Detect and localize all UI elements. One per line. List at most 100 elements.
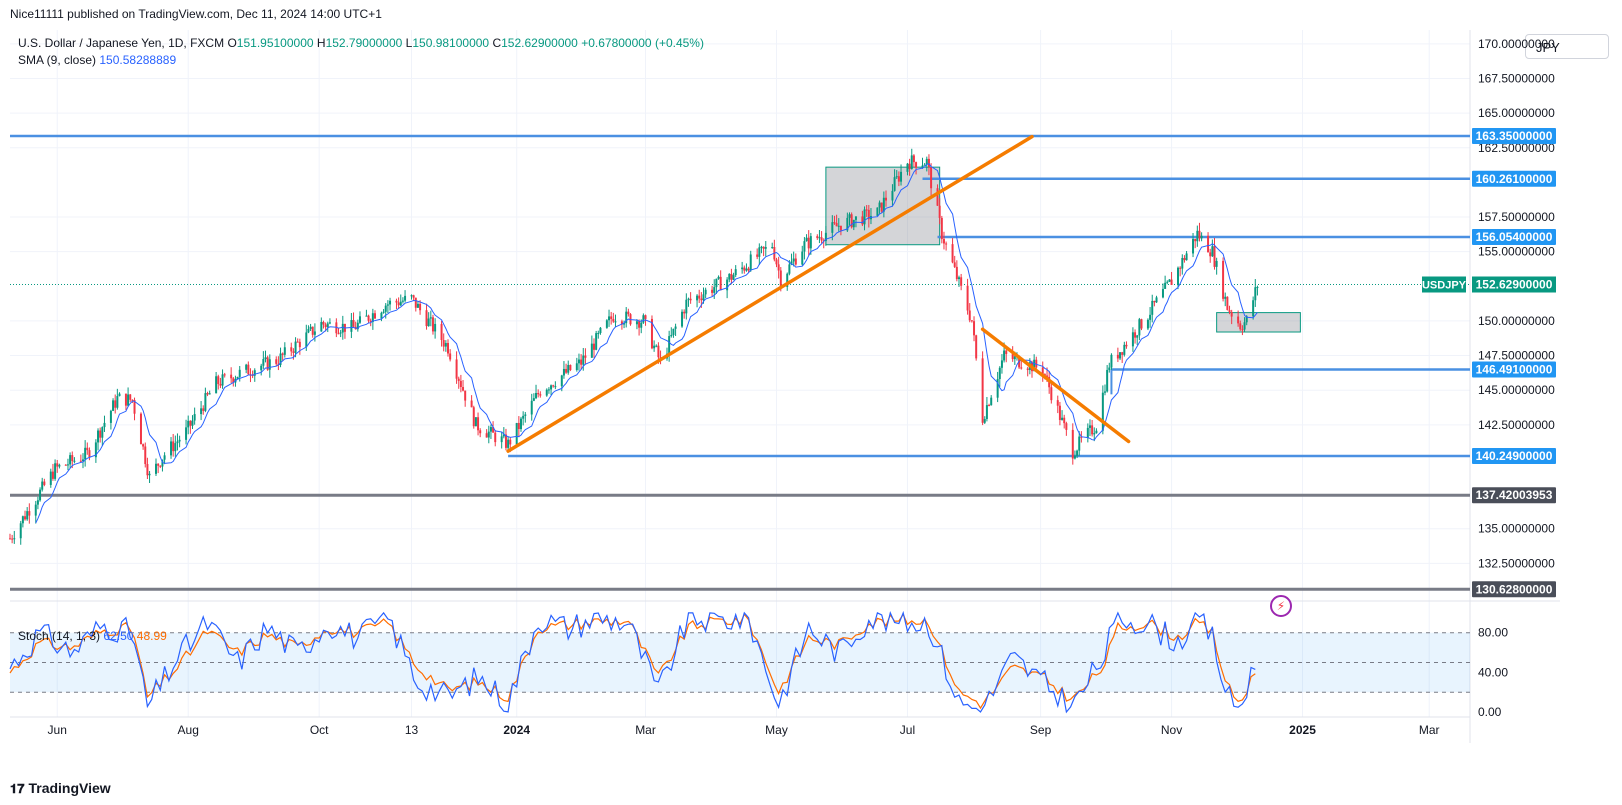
- candle-body: [1170, 279, 1173, 285]
- candle-body: [1164, 282, 1167, 289]
- candle-body: [792, 258, 795, 262]
- candle-body: [1183, 257, 1186, 261]
- ohlc-values: O151.95100000 H152.79000000 L150.9810000…: [227, 36, 704, 50]
- candle-body: [416, 303, 419, 308]
- candle-body: [479, 430, 482, 434]
- candle-body: [341, 323, 344, 333]
- candle-body: [189, 420, 192, 426]
- symbol-badge-label: USDJPY: [1422, 280, 1467, 292]
- candle-body: [732, 275, 735, 280]
- candle-body: [163, 455, 166, 460]
- candle-body: [713, 287, 716, 293]
- candle-body: [1125, 344, 1128, 347]
- time-tick-label: Aug: [178, 723, 199, 737]
- candle-body: [1209, 252, 1212, 257]
- candle-body: [522, 415, 525, 419]
- candle-body: [401, 300, 404, 302]
- candle-body: [981, 358, 984, 423]
- candle-body: [1224, 296, 1227, 299]
- candle-body: [447, 343, 449, 354]
- candle-body: [112, 400, 115, 411]
- candle-body: [1185, 253, 1188, 261]
- candle-body: [204, 393, 207, 411]
- candle-body: [833, 222, 836, 224]
- candle-body: [908, 163, 911, 170]
- stoch-d-value: 48.99: [136, 629, 167, 643]
- candle-body: [745, 268, 748, 271]
- price-level-label: 160.26100000: [1476, 172, 1553, 186]
- candle-body: [54, 463, 57, 479]
- price-chart[interactable]: 170.00000000167.50000000165.00000000162.…: [0, 0, 1622, 805]
- candle-body: [41, 481, 44, 490]
- candle-body: [429, 317, 432, 319]
- candle-body: [900, 171, 903, 182]
- stoch-legend[interactable]: Stoch (14, 1, 3) 62.50 48.99: [18, 629, 167, 643]
- price-tick-label: 142.50000000: [1478, 418, 1555, 432]
- candle-body: [139, 413, 142, 445]
- candle-body: [837, 225, 840, 227]
- candle-body: [124, 393, 127, 406]
- candle-body: [294, 341, 297, 353]
- candle-body: [597, 333, 600, 335]
- candle-body: [26, 511, 29, 520]
- candle-body: [247, 364, 250, 375]
- candle-body: [1161, 288, 1164, 298]
- candle-body: [1213, 246, 1216, 267]
- candle-body: [472, 407, 475, 427]
- candle-body: [1198, 230, 1201, 239]
- candle-body: [655, 345, 658, 347]
- candle-body: [51, 471, 54, 479]
- time-tick-label: Nov: [1161, 723, 1182, 737]
- candle-body: [350, 320, 353, 332]
- candle-body: [434, 323, 437, 332]
- time-tick-label: Jul: [900, 723, 915, 737]
- candle-body: [449, 353, 452, 360]
- lightning-icon[interactable]: ⚡: [1270, 595, 1292, 617]
- candle-body: [79, 460, 82, 462]
- time-tick-label: 2025: [1289, 723, 1316, 737]
- candle-body: [13, 538, 16, 540]
- time-tick-label: Sep: [1030, 723, 1052, 737]
- candle-body: [517, 422, 520, 430]
- candle-body: [221, 374, 224, 386]
- candle-body: [608, 316, 611, 321]
- candle-body: [1116, 354, 1119, 359]
- candle-body: [893, 177, 896, 191]
- candle-body: [539, 394, 542, 396]
- candle-body: [39, 489, 42, 501]
- candle-body: [146, 464, 149, 476]
- candle-body: [219, 384, 222, 386]
- candle-body: [34, 504, 37, 516]
- candle-body: [1166, 281, 1169, 283]
- candle-body: [1091, 425, 1094, 435]
- candle-body: [311, 326, 314, 335]
- candle-body: [758, 247, 761, 257]
- candle-body: [127, 394, 130, 406]
- candle-body: [584, 355, 587, 358]
- candle-body: [960, 277, 963, 286]
- candle-body: [457, 378, 460, 381]
- candle-body: [487, 431, 490, 438]
- tradingview-brand[interactable]: 𝟏𝟕 TradingView: [10, 780, 111, 797]
- candle-body: [509, 439, 512, 445]
- candle-body: [524, 414, 527, 416]
- candle-body: [1106, 369, 1109, 392]
- candle-body: [389, 300, 392, 305]
- price-level-label: 140.24900000: [1476, 449, 1553, 463]
- candle-body: [728, 273, 731, 280]
- candle-body: [580, 359, 583, 365]
- candle-body: [462, 387, 465, 391]
- candle-body: [885, 197, 887, 201]
- candle-body: [990, 397, 993, 406]
- stoch-tick-label: 0.00: [1478, 705, 1502, 719]
- price-tick-label: 157.50000000: [1478, 210, 1555, 224]
- candle-body: [223, 374, 226, 376]
- candle-body: [1254, 287, 1257, 301]
- candle-body: [1134, 332, 1137, 338]
- candle-body: [715, 278, 718, 288]
- candle-body: [1123, 344, 1126, 355]
- price-level-label: 163.35000000: [1476, 129, 1553, 143]
- time-tick-label: May: [765, 723, 788, 737]
- candle-body: [1119, 352, 1122, 359]
- symbol-legend[interactable]: U.S. Dollar / Japanese Yen, 1D, FXCM O15…: [18, 35, 704, 69]
